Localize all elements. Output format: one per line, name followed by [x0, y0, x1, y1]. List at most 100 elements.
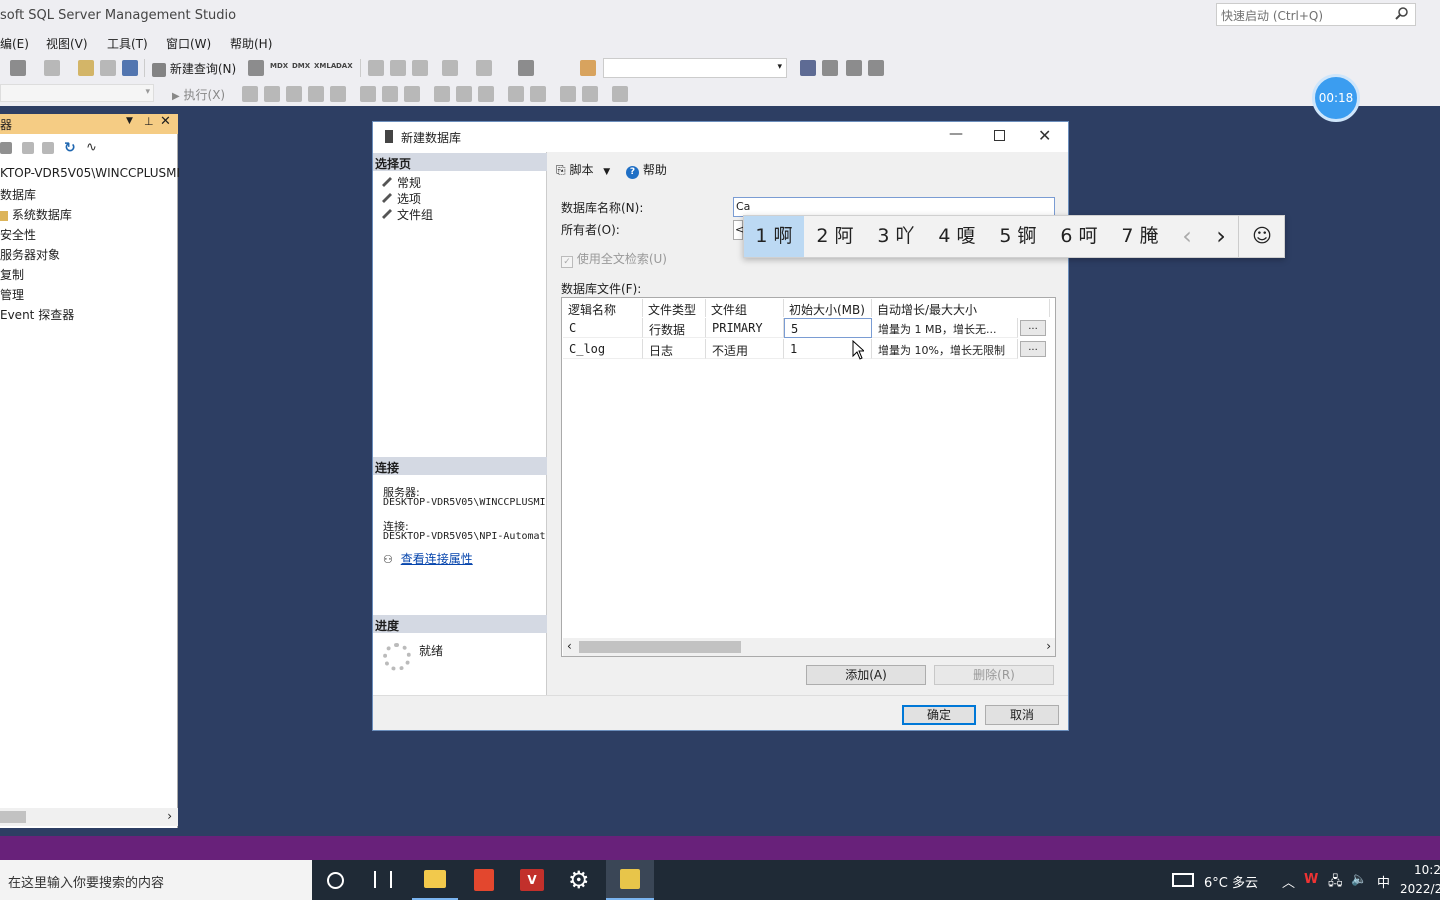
stop-icon[interactable] — [22, 142, 34, 154]
close-icon[interactable]: ✕ — [160, 114, 171, 129]
increase-indent-icon[interactable] — [582, 86, 598, 102]
filter-icon[interactable] — [42, 142, 54, 154]
menu-view[interactable]: 视图(V) — [46, 35, 88, 52]
quick-launch-input[interactable]: 快速启动 (Ctrl+Q) — [1216, 3, 1416, 26]
results-text-icon[interactable] — [360, 86, 376, 102]
ime-candidate-1[interactable]: 1 啊 — [744, 216, 804, 257]
available-databases-combo[interactable]: ▾ — [0, 84, 154, 102]
scroll-thumb[interactable] — [0, 811, 26, 823]
copy-icon[interactable] — [390, 60, 406, 76]
pin-icon[interactable]: ⊥ — [144, 115, 154, 128]
wps-tray-icon[interactable]: W — [1304, 872, 1318, 887]
window-layout-icon[interactable] — [868, 60, 884, 76]
redo-icon[interactable] — [476, 60, 492, 76]
add-button[interactable]: 添加(A) — [806, 665, 926, 685]
taskbar-search-box[interactable]: 在这里输入你要搜索的内容 — [0, 860, 312, 900]
ime-candidate-2[interactable]: 2 阿 — [804, 216, 866, 257]
uncomment-icon[interactable] — [434, 86, 450, 102]
news-widget-icon[interactable] — [1172, 873, 1194, 887]
server-objects-node[interactable]: 服务器对象 — [0, 246, 60, 263]
query-options-icon[interactable] — [308, 86, 324, 102]
new-query-button[interactable]: 新建查询(N) — [152, 60, 236, 77]
cortana-icon[interactable] — [327, 872, 344, 889]
specify-values-icon[interactable] — [612, 86, 628, 102]
chevron-down-icon[interactable]: ▼ — [126, 116, 133, 126]
results-file-icon[interactable] — [382, 86, 398, 102]
database-name-input[interactable]: Ca — [733, 197, 1055, 217]
row-2-file-type[interactable]: 日志 — [643, 339, 706, 359]
menu-edit[interactable]: 编(E) — [0, 35, 29, 52]
row-1-filegroup[interactable]: PRIMARY — [706, 318, 784, 338]
xmla-query-icon[interactable]: XMLA — [314, 62, 336, 70]
parse-icon[interactable] — [264, 86, 280, 102]
row-2-autogrowth-edit-button[interactable]: ... — [1020, 341, 1046, 357]
ime-indicator[interactable]: 中 — [1377, 872, 1390, 891]
settings-gear-icon[interactable]: ⚙ — [568, 866, 590, 894]
open-folder-icon[interactable] — [78, 60, 94, 76]
row-1-initial-size[interactable]: 5 — [784, 318, 872, 338]
row-2-logical-name[interactable]: C_log — [563, 339, 643, 359]
execute-button[interactable]: ▶ 执行(X) — [172, 86, 225, 103]
remove-button[interactable]: 删除(R) — [934, 665, 1054, 685]
activity-icon[interactable]: ∿ — [86, 140, 97, 155]
row-1-autogrowth-edit-button[interactable]: ... — [1020, 320, 1046, 336]
refresh-icon[interactable]: ↻ — [64, 140, 76, 156]
activity-monitor-icon[interactable] — [518, 60, 534, 76]
save-icon[interactable] — [100, 60, 116, 76]
find-icon[interactable] — [580, 60, 596, 76]
display-plan-icon[interactable] — [286, 86, 302, 102]
menu-window[interactable]: 窗口(W) — [166, 35, 211, 52]
wincc-icon[interactable]: V — [520, 869, 544, 891]
page-options[interactable]: 选项 — [381, 190, 421, 207]
new-project-icon[interactable] — [10, 60, 26, 76]
column-header-logical-name[interactable]: 逻辑名称 — [563, 299, 643, 317]
close-icon[interactable]: ✕ — [1038, 126, 1051, 145]
properties-wrench-icon[interactable] — [822, 60, 838, 76]
taskbar-app-ssms[interactable] — [606, 860, 654, 900]
add-item-icon[interactable] — [44, 60, 60, 76]
align-left-icon[interactable] — [508, 86, 524, 102]
task-view-icon[interactable] — [374, 871, 392, 888]
comment-icon[interactable] — [404, 86, 420, 102]
page-general[interactable]: 常规 — [381, 174, 421, 191]
script-button[interactable]: ⎘ 脚本 ▼ — [556, 161, 610, 178]
owner-input[interactable]: < — [733, 220, 744, 240]
system-databases-node[interactable]: 系统数据库 — [0, 206, 72, 223]
management-node[interactable]: 管理 — [0, 286, 24, 303]
ime-candidate-4[interactable]: 4 嗄 — [926, 216, 988, 257]
menu-tools[interactable]: 工具(T) — [107, 35, 148, 52]
connect-icon[interactable] — [0, 142, 12, 154]
indent-icon[interactable] — [456, 86, 472, 102]
weather-text[interactable]: 6°C 多云 — [1204, 872, 1258, 891]
chevron-right-icon[interactable]: › — [1046, 639, 1051, 653]
row-1-logical-name[interactable]: C — [563, 318, 643, 338]
page-filegroups[interactable]: 文件组 — [381, 206, 433, 223]
horizontal-scrollbar[interactable]: › — [0, 808, 178, 826]
maximize-icon[interactable] — [994, 130, 1005, 141]
ime-next-page-icon[interactable]: › — [1206, 216, 1236, 257]
help-button[interactable]: ? 帮助 — [626, 161, 667, 179]
ime-candidate-7[interactable]: 7 腌 — [1110, 216, 1170, 257]
chevron-up-icon[interactable]: ︿ — [1282, 872, 1295, 891]
clock-time[interactable]: 10:2 — [1414, 863, 1440, 877]
menu-help[interactable]: 帮助(H) — [230, 35, 272, 52]
row-2-filegroup[interactable]: 不适用 — [706, 339, 784, 359]
recording-timer[interactable]: 00:18 — [1312, 74, 1360, 122]
column-header-initial-size[interactable]: 初始大小(MB) — [784, 299, 872, 317]
decrease-indent-icon[interactable] — [560, 86, 576, 102]
save-all-icon[interactable] — [122, 60, 138, 76]
view-connection-properties[interactable]: ⚇ 查看连接属性 — [383, 550, 473, 567]
dax-query-icon[interactable]: DAX — [336, 62, 353, 70]
search-icon[interactable] — [1395, 7, 1411, 23]
ime-emoji-icon[interactable]: ☺ — [1242, 216, 1282, 257]
taskbar-app-explorer[interactable] — [412, 860, 458, 900]
solution-explorer-icon[interactable] — [800, 60, 816, 76]
toolbox-icon[interactable] — [846, 60, 862, 76]
minimize-icon[interactable]: — — [949, 126, 963, 142]
undo-icon[interactable] — [442, 60, 458, 76]
row-1-file-type[interactable]: 行数据 — [643, 318, 706, 338]
paste-icon[interactable] — [412, 60, 428, 76]
ok-button[interactable]: 确定 — [902, 705, 976, 725]
align-right-icon[interactable] — [530, 86, 546, 102]
scroll-thumb[interactable] — [579, 641, 741, 653]
